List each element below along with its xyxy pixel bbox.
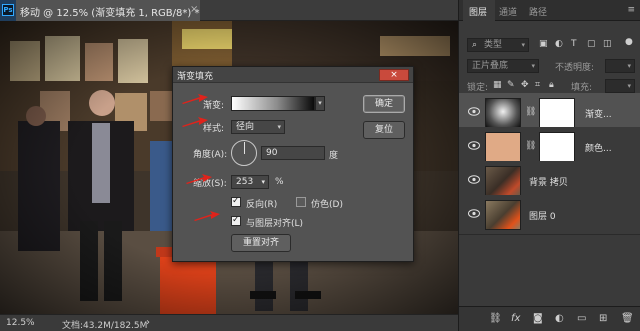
gradient-swatch[interactable]: [231, 96, 315, 111]
layer-name[interactable]: 图层 0: [529, 209, 556, 222]
photo-layer-thumbnail[interactable]: [485, 200, 521, 230]
scale-input[interactable]: 253 ▾: [231, 175, 269, 189]
layer-name[interactable]: 渐变...: [585, 107, 612, 120]
scale-unit: %: [275, 177, 284, 187]
dialog-close-button[interactable]: ×: [379, 69, 409, 81]
photoshop-logo: Ps: [0, 0, 16, 21]
status-bar: 12.5% 文档:43.2M/182.5M ›: [0, 314, 458, 331]
type-filter-icon[interactable]: T: [571, 39, 577, 49]
lock-position-icon[interactable]: ✥: [521, 80, 529, 90]
adjustment-filter-icon[interactable]: ◐: [555, 39, 563, 49]
document-tab-title[interactable]: 移动 @ 12.5% (渐变填充 1, RGB/8*) *: [20, 4, 199, 19]
new-layer-icon[interactable]: ⊞: [599, 313, 607, 324]
scale-value: 253: [236, 177, 254, 187]
lock-paint-icon[interactable]: ✎: [507, 80, 515, 90]
angle-input[interactable]: 90: [261, 146, 325, 160]
opacity-input[interactable]: ▾: [605, 59, 635, 73]
style-value: 径向: [236, 122, 255, 132]
tab-layers[interactable]: 图层: [469, 5, 487, 18]
layers-panel: 图层 通道 路径 ≡ ⌕ 类型 ▾ ▣ ◐ T ▢ ◫ ● 正片叠底 ▾ 不透明…: [458, 0, 640, 331]
annotation-arrow-icon: [186, 174, 212, 184]
visibility-eye-icon[interactable]: [468, 141, 480, 150]
layer-filter-value: 类型: [484, 40, 503, 50]
group-icon[interactable]: ▭: [577, 313, 586, 324]
angle-value: 90: [266, 148, 278, 158]
chain-link-icon[interactable]: ⛓︎: [525, 107, 536, 117]
chevron-down-icon: ▾: [627, 62, 631, 70]
lock-all-icon[interactable]: 🔒︎: [549, 80, 554, 90]
adjustment-icon[interactable]: ◐: [555, 313, 564, 324]
shape-filter-icon[interactable]: ▢: [587, 39, 596, 49]
photo-layer-thumbnail[interactable]: [485, 166, 521, 196]
lock-label: 锁定:: [467, 83, 489, 93]
zoom-level[interactable]: 12.5%: [6, 318, 35, 328]
layer-filter-select[interactable]: ⌕ 类型 ▾: [467, 38, 529, 52]
dither-checkbox[interactable]: [296, 197, 306, 207]
chevron-down-icon: ▾: [261, 178, 265, 186]
reverse-label: 反向(R): [246, 200, 278, 210]
pixel-filter-icon[interactable]: ▣: [539, 39, 548, 49]
layer-mask-thumbnail[interactable]: [539, 132, 575, 162]
chevron-down-icon: ▾: [531, 62, 535, 70]
align-with-layer-checkbox[interactable]: [231, 215, 241, 226]
align-with-layer-label: 与图层对齐(L): [246, 219, 304, 229]
annotation-arrow-icon: [182, 117, 208, 127]
gradient-fill-dialog: 渐变填充 × 渐变: ▾ 样式: 径向 ▾ 角度(A): 90 度 缩放(S):…: [172, 66, 414, 262]
fill-label: 填充:: [571, 83, 593, 93]
fx-icon[interactable]: fx: [511, 313, 520, 324]
annotation-arrow-icon: [182, 94, 208, 104]
chevron-down-icon: ▾: [627, 82, 631, 90]
photoshop-logo-text: Ps: [2, 4, 14, 16]
visibility-eye-icon[interactable]: [468, 107, 480, 116]
color-fill-layer-thumbnail[interactable]: [485, 132, 521, 162]
visibility-eye-icon[interactable]: [468, 209, 480, 218]
reverse-checkbox[interactable]: [231, 196, 241, 207]
reset-align-button[interactable]: 重置对齐: [231, 234, 291, 252]
angle-unit: 度: [329, 151, 339, 161]
panel-tabs: 图层 通道 路径 ≡: [459, 0, 640, 21]
layer-name[interactable]: 背景 拷贝: [529, 175, 568, 188]
document-info: 文档:43.2M/182.5M: [62, 321, 148, 331]
blend-mode-select[interactable]: 正片叠底 ▾: [467, 59, 539, 73]
tab-channels[interactable]: 通道: [499, 5, 517, 18]
layer-mask-thumbnail[interactable]: [539, 98, 575, 128]
document-tab-bar: Ps 移动 @ 12.5% (渐变填充 1, RGB/8*) * ×: [0, 0, 458, 21]
annotation-arrow-icon: [194, 211, 220, 221]
gradient-layer-thumbnail[interactable]: [485, 98, 521, 128]
chevron-down-icon: ▾: [521, 41, 525, 49]
layers-bottom-bar: ⛓︎ fx ◙ ◐ ▭ ⊞ 🗑︎: [459, 306, 640, 331]
status-menu-icon[interactable]: ›: [146, 317, 150, 328]
close-document-icon[interactable]: ×: [190, 4, 198, 15]
link-icon[interactable]: ⛓︎: [489, 313, 502, 324]
visibility-eye-icon[interactable]: [468, 175, 480, 184]
trash-icon[interactable]: 🗑︎: [621, 313, 634, 324]
fill-input[interactable]: ▾: [605, 79, 635, 93]
layer-row-layer-0[interactable]: 图层 0: [459, 195, 640, 235]
filter-toggle-icon[interactable]: ●: [625, 37, 633, 47]
angle-dial[interactable]: [231, 140, 257, 166]
tab-paths[interactable]: 路径: [529, 5, 547, 18]
lock-artboard-icon[interactable]: ⌗: [535, 80, 540, 90]
style-select[interactable]: 径向 ▾: [231, 120, 285, 134]
mask-icon[interactable]: ◙: [533, 313, 543, 324]
gradient-dropdown-icon[interactable]: ▾: [315, 96, 325, 111]
search-icon: ⌕: [472, 40, 478, 50]
reset-button[interactable]: 复位: [363, 121, 405, 139]
blend-mode-value: 正片叠底: [472, 61, 509, 71]
opacity-label: 不透明度:: [555, 63, 595, 73]
lock-pixels-icon[interactable]: ▦: [493, 80, 502, 90]
panel-menu-icon[interactable]: ≡: [627, 5, 635, 15]
chevron-down-icon: ▾: [277, 123, 281, 131]
smart-object-filter-icon[interactable]: ◫: [603, 39, 612, 49]
layer-name[interactable]: 颜色...: [585, 141, 612, 154]
dialog-titlebar[interactable]: 渐变填充 ×: [173, 67, 413, 83]
angle-label: 角度(A):: [193, 150, 228, 160]
dialog-title: 渐变填充: [177, 72, 214, 82]
chain-link-icon[interactable]: ⛓︎: [525, 141, 536, 151]
dither-label: 仿色(D): [311, 200, 343, 210]
ok-button[interactable]: 确定: [363, 95, 405, 113]
